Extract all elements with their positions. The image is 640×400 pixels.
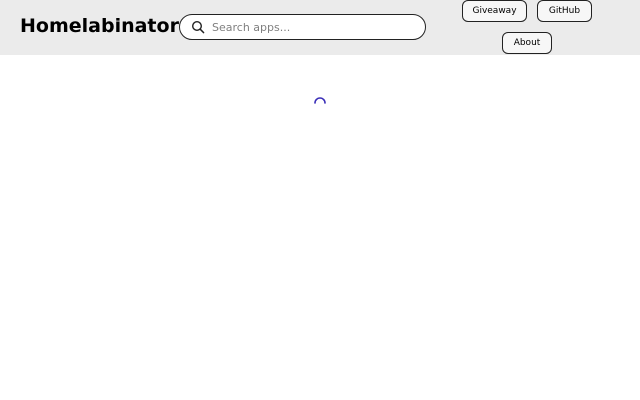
loading-spinner-icon — [314, 97, 326, 104]
search-input[interactable] — [212, 17, 417, 37]
about-button[interactable]: About — [502, 32, 552, 54]
top-header: Homelabinator Giveaway GitHub About — [0, 0, 640, 55]
search-bar[interactable] — [179, 14, 426, 40]
site-title[interactable]: Homelabinator — [20, 14, 179, 38]
giveaway-button[interactable]: Giveaway — [462, 0, 527, 22]
search-icon — [191, 20, 205, 34]
github-button[interactable]: GitHub — [537, 0, 592, 22]
